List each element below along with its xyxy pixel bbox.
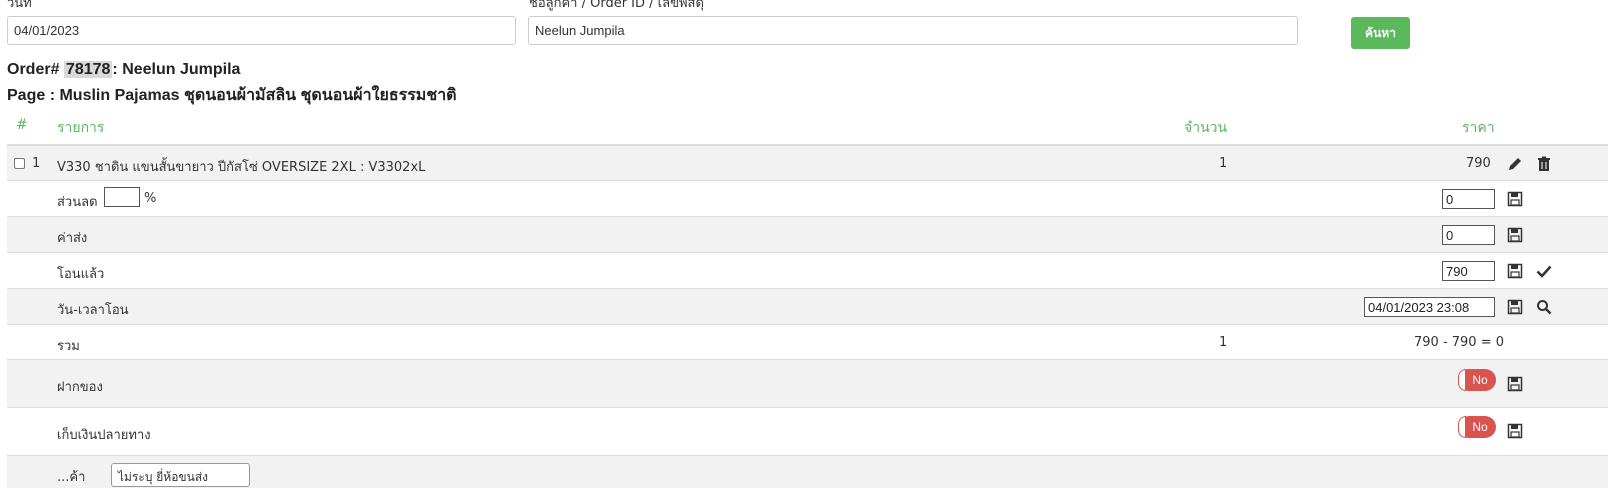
magnifier-icon[interactable] bbox=[1536, 299, 1552, 315]
discount-percent-input[interactable] bbox=[104, 187, 140, 207]
shipping-label: ค่าส่ง bbox=[57, 231, 88, 246]
table-row-item: 1 V330 ชาดิน แขนสั้นขายาว ปีกัสโซ่ OVERS… bbox=[7, 144, 1608, 181]
item-name: V330 ชาดิน แขนสั้นขายาว ปีกัสโซ่ OVERSIZ… bbox=[57, 160, 426, 175]
order-id: 78178 bbox=[63, 61, 113, 78]
floppy-disk-icon[interactable] bbox=[1507, 299, 1523, 315]
col-header-qty: จำนวน bbox=[1184, 120, 1228, 136]
table-row-discount: ส่วนลด % bbox=[7, 180, 1608, 216]
percent-sign: % bbox=[144, 191, 157, 206]
table-row-paid: โอนแล้ว bbox=[7, 252, 1608, 288]
date-input[interactable] bbox=[7, 16, 516, 45]
item-checkbox[interactable] bbox=[14, 158, 25, 169]
col-header-num: # bbox=[16, 117, 28, 133]
col-header-price: ราคา bbox=[1462, 120, 1495, 136]
order-prefix: Order# bbox=[7, 61, 60, 78]
transfer-time-label: วัน-เวลาโอน bbox=[57, 303, 129, 318]
floppy-disk-icon[interactable] bbox=[1507, 191, 1523, 207]
total-label: รวม bbox=[57, 339, 80, 354]
table-row-shipping: ค่าส่ง bbox=[7, 216, 1608, 252]
item-price: 790 bbox=[1466, 156, 1491, 171]
floppy-disk-icon[interactable] bbox=[1507, 376, 1523, 392]
total-qty: 1 bbox=[1219, 335, 1228, 350]
discount-label: ส่วนลด bbox=[57, 195, 98, 210]
order-title: Order# 78178: Neelun Jumpila bbox=[7, 61, 240, 79]
table-row-cod: เก็บเงินปลายทาง No bbox=[7, 407, 1608, 455]
order-customer: : Neelun Jumpila bbox=[112, 61, 241, 78]
paid-value-input[interactable] bbox=[1442, 261, 1495, 281]
deposit-label: ฝากของ bbox=[57, 380, 103, 395]
item-qty: 1 bbox=[1219, 156, 1228, 171]
table-row-total: รวม 1 790 - 790 = 0 bbox=[7, 324, 1608, 359]
total-calc: 790 - 790 = 0 bbox=[1414, 335, 1505, 350]
cod-toggle[interactable]: No bbox=[1458, 416, 1496, 438]
carrier-label: ...ค้า bbox=[57, 470, 86, 485]
col-header-item: รายการ bbox=[57, 120, 105, 136]
transfer-time-input[interactable] bbox=[1364, 297, 1495, 317]
table-row-transfer-time: วัน-เวลาโอน bbox=[7, 288, 1608, 324]
item-number: 1 bbox=[32, 156, 41, 171]
page-title: Page : Muslin Pajamas ชุดนอนผ้ามัสลิน ชุ… bbox=[7, 87, 457, 104]
search-button[interactable]: ค้นหา bbox=[1351, 17, 1410, 49]
search-input[interactable] bbox=[528, 16, 1298, 45]
check-icon[interactable] bbox=[1536, 263, 1552, 279]
carrier-select[interactable]: ไม่ระบุ ยี่ห้อขนส่ง bbox=[111, 463, 250, 487]
cod-label: เก็บเงินปลายทาง bbox=[57, 428, 151, 443]
pencil-icon[interactable] bbox=[1507, 156, 1523, 172]
floppy-disk-icon[interactable] bbox=[1507, 263, 1523, 279]
search-label: ชื่อลูกค้า / Order ID / เลขพัสดุ bbox=[529, 0, 704, 11]
trash-icon[interactable] bbox=[1536, 156, 1552, 172]
floppy-disk-icon[interactable] bbox=[1507, 227, 1523, 243]
floppy-disk-icon[interactable] bbox=[1507, 423, 1523, 439]
deposit-toggle[interactable]: No bbox=[1458, 369, 1496, 391]
shipping-value-input[interactable] bbox=[1442, 225, 1495, 245]
date-label: วันที่ bbox=[7, 0, 32, 11]
table-row-deposit: ฝากของ No bbox=[7, 359, 1608, 407]
discount-value-input[interactable] bbox=[1442, 189, 1495, 209]
paid-label: โอนแล้ว bbox=[57, 267, 105, 282]
